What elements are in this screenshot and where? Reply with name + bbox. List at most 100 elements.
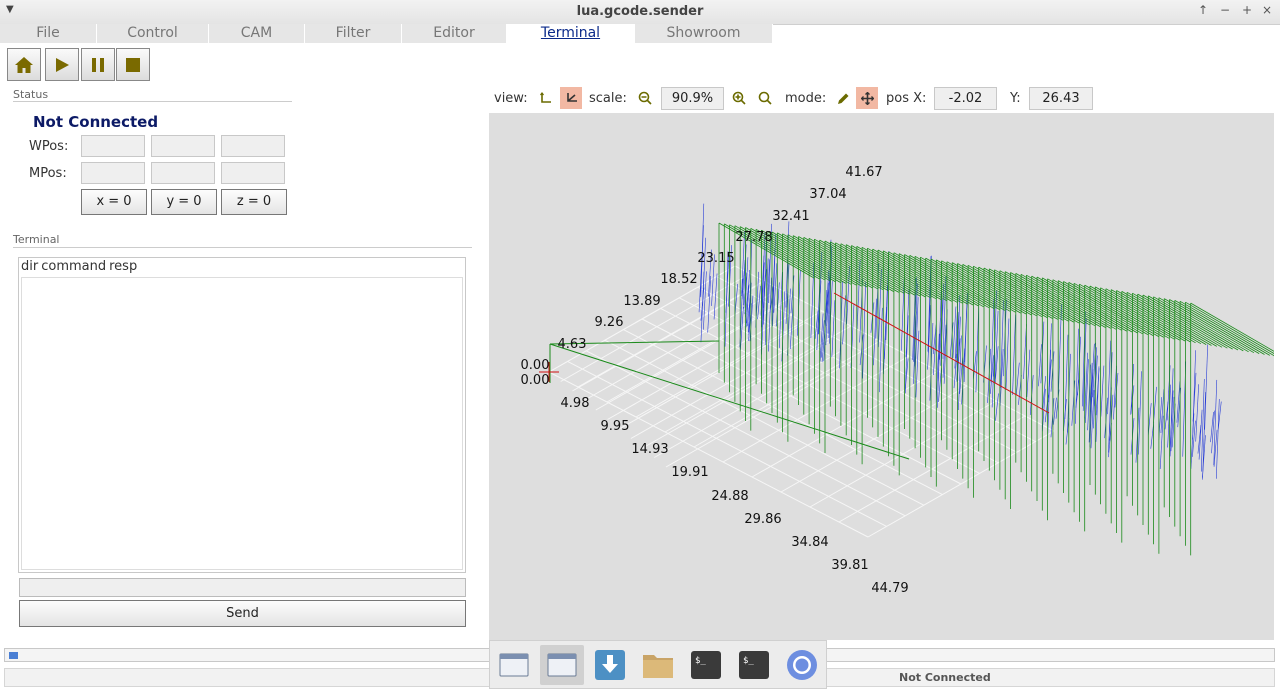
z-axis-label: 13.89 <box>623 294 660 309</box>
cut-stroke <box>1047 349 1051 439</box>
y-axis-label: 0.00 <box>521 373 550 388</box>
z-axis-label: 32.41 <box>772 209 809 224</box>
taskbar-folder[interactable] <box>636 645 680 685</box>
column-header-command[interactable]: command <box>41 259 106 274</box>
taskbar-download[interactable] <box>588 645 632 685</box>
column-header-dir[interactable]: dir <box>21 259 38 274</box>
stop-button[interactable] <box>116 48 150 81</box>
scale-field[interactable]: 90.9% <box>661 87 724 110</box>
cut-stroke <box>1005 318 1010 390</box>
terminal-log[interactable]: dir command resp <box>18 257 466 573</box>
folder-icon <box>643 655 673 678</box>
y-label: Y: <box>1010 91 1021 106</box>
z-axis-label: 41.67 <box>845 165 882 180</box>
terminal-log-header: dir command resp <box>20 259 464 277</box>
taskbar-window-1[interactable] <box>492 645 536 685</box>
tab-terminal[interactable]: Terminal <box>507 24 635 43</box>
zero-x-button[interactable]: x = 0 <box>81 189 147 215</box>
mpos-x-field <box>81 162 145 184</box>
zero-y-button[interactable]: y = 0 <box>151 189 217 215</box>
wpos-z-field <box>221 135 285 157</box>
cut-stroke <box>1198 409 1203 460</box>
cut-stroke <box>1210 411 1214 443</box>
grid-line <box>678 297 999 464</box>
play-button[interactable] <box>45 48 79 81</box>
zero-z-button[interactable]: z = 0 <box>221 189 287 215</box>
svg-text:$_: $_ <box>695 656 706 666</box>
grid-line <box>572 284 759 392</box>
taskbar: $_ $_ <box>489 640 827 689</box>
z-axis-label: 27.78 <box>735 230 772 245</box>
taskbar-browser[interactable] <box>780 645 824 685</box>
home-button[interactable] <box>7 48 41 81</box>
view-top-button[interactable] <box>535 87 557 109</box>
grid-line <box>642 341 829 449</box>
cut-stroke <box>973 351 977 379</box>
taskbar-window-2[interactable] <box>540 645 584 685</box>
taskbar-terminal-1[interactable]: $_ <box>684 645 728 685</box>
cut-stroke <box>842 295 846 345</box>
tab-control[interactable]: Control <box>97 24 209 43</box>
z-axis-label: 9.26 <box>595 315 624 330</box>
tab-editor[interactable]: Editor <box>402 24 507 43</box>
toolpath-canvas[interactable]: 41.67 37.0432.4127.7823.1518.5213.89 9.26 4… <box>489 113 1280 640</box>
tab-showroom[interactable]: Showroom <box>635 24 773 43</box>
zoom-fit-button[interactable] <box>754 87 776 109</box>
cut-stroke <box>879 307 883 393</box>
grid-line <box>548 265 736 373</box>
terminal-icon: $_ <box>739 651 769 679</box>
zoom-fit-icon <box>758 91 772 105</box>
grid-line <box>606 295 794 403</box>
posx-label: pos X: <box>886 91 927 106</box>
window-close-button[interactable]: × <box>1262 3 1272 17</box>
mode-edit-button[interactable] <box>832 87 854 109</box>
z-axis-label: 37.04 <box>809 187 846 202</box>
cut-stroke <box>859 334 864 366</box>
cut-stroke <box>1075 328 1079 424</box>
send-button[interactable]: Send <box>19 600 466 627</box>
tab-file[interactable]: File <box>0 24 97 43</box>
axes-3d-icon <box>566 92 577 102</box>
mode-move-button[interactable] <box>856 87 878 109</box>
window-icon <box>547 653 577 677</box>
grid-line <box>548 371 869 538</box>
play-icon <box>56 57 69 72</box>
cut-stroke <box>1050 351 1055 392</box>
window-minimize-button[interactable]: − <box>1220 3 1230 17</box>
window-maximize-button[interactable]: + <box>1242 3 1252 17</box>
terminal-log-body[interactable] <box>21 277 463 570</box>
window-title: lua.gcode.sender <box>576 4 704 19</box>
tab-bar: File Control CAM Filter Editor Terminal … <box>0 24 1280 43</box>
window-shade-button[interactable]: ↑ <box>1198 3 1208 17</box>
zoom-out-button[interactable] <box>634 87 656 109</box>
terminal-section-label: Terminal <box>13 233 60 246</box>
svg-text:$_: $_ <box>743 656 754 666</box>
cut-stroke <box>1215 399 1220 479</box>
scale-label: scale: <box>589 91 627 106</box>
toolpath-viewport[interactable]: 41.67 37.04 32.41 27.78 23.15 18.52 13.89 9.26 4… <box>489 113 1280 640</box>
axes-2d-icon <box>540 92 551 103</box>
command-input[interactable] <box>19 578 466 597</box>
column-header-resp[interactable]: resp <box>109 259 137 274</box>
zoom-in-button[interactable] <box>728 87 750 109</box>
cut-stroke <box>789 301 794 349</box>
tab-cam[interactable]: CAM <box>209 24 305 43</box>
y-axis-label: 44.79 <box>871 581 908 596</box>
grid-line <box>693 340 881 448</box>
connection-status: Not Connected <box>33 113 159 131</box>
terminal-icon: $_ <box>691 651 721 679</box>
taskbar-terminal-2[interactable]: $_ <box>732 645 776 685</box>
posx-field: -2.02 <box>934 87 997 110</box>
grid-line <box>577 280 765 388</box>
y-axis-label: 4.98 <box>561 396 590 411</box>
view-3d-button[interactable] <box>560 87 582 109</box>
move-icon <box>860 91 874 105</box>
tab-filter[interactable]: Filter <box>305 24 402 43</box>
y-axis-label: 34.84 <box>791 535 828 550</box>
zoom-in-icon <box>732 91 746 105</box>
pause-button[interactable] <box>81 48 115 81</box>
cut-stroke <box>905 288 910 358</box>
grid-line <box>665 360 853 468</box>
cut-stroke <box>862 282 866 379</box>
y-axis-label: 19.91 <box>671 465 708 480</box>
